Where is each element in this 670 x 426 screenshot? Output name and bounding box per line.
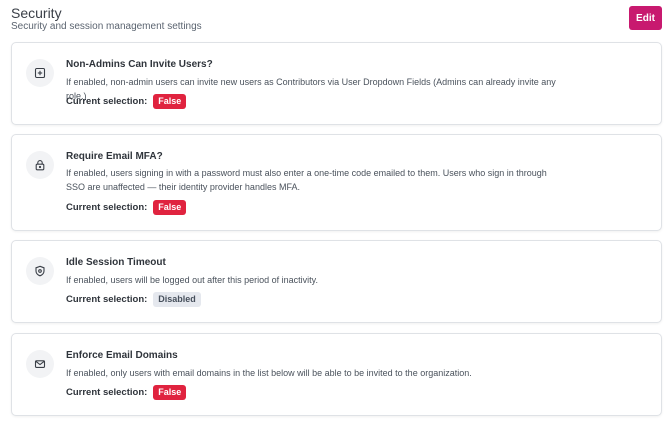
lock-icon xyxy=(26,151,54,179)
setting-title: Idle Session Timeout xyxy=(66,257,166,268)
status-badge: False xyxy=(153,200,187,215)
setting-title: Non-Admins Can Invite Users? xyxy=(66,59,213,70)
current-selection-label: Current selection: xyxy=(66,387,148,398)
setting-title: Enforce Email Domains xyxy=(66,350,178,361)
current-selection-label: Current selection: xyxy=(66,96,148,107)
status-badge: False xyxy=(153,94,187,109)
setting-card-idle-timeout: Idle Session Timeout If enabled, users w… xyxy=(11,240,662,323)
setting-description: If enabled, users signing in with a pass… xyxy=(66,168,547,192)
shield-icon xyxy=(26,257,54,285)
status-badge: Disabled xyxy=(153,292,201,307)
current-selection: Current selection: False xyxy=(66,200,187,215)
edit-button[interactable]: Edit xyxy=(629,6,662,30)
setting-description: If enabled, only users with email domain… xyxy=(66,368,472,378)
current-selection: Current selection: Disabled xyxy=(66,292,201,307)
setting-title: Require Email MFA? xyxy=(66,151,163,162)
security-settings-page: Security Security and session management… xyxy=(0,0,670,426)
setting-card-email-mfa: Require Email MFA? If enabled, users sig… xyxy=(11,134,662,231)
page-subtitle: Security and session management settings xyxy=(11,21,202,32)
page-header: Security Security and session management… xyxy=(11,0,662,42)
status-badge: False xyxy=(153,385,187,400)
plus-square-icon xyxy=(26,59,54,87)
page-title: Security xyxy=(11,5,62,21)
current-selection: Current selection: False xyxy=(66,94,187,109)
envelope-icon xyxy=(26,350,54,378)
setting-description: If enabled, users will be logged out aft… xyxy=(66,275,318,285)
current-selection-label: Current selection: xyxy=(66,202,148,213)
setting-card-email-domains: Enforce Email Domains If enabled, only u… xyxy=(11,333,662,416)
current-selection: Current selection: False xyxy=(66,385,187,400)
current-selection-label: Current selection: xyxy=(66,294,148,305)
setting-card-invite-users: Non-Admins Can Invite Users? If enabled,… xyxy=(11,42,662,125)
